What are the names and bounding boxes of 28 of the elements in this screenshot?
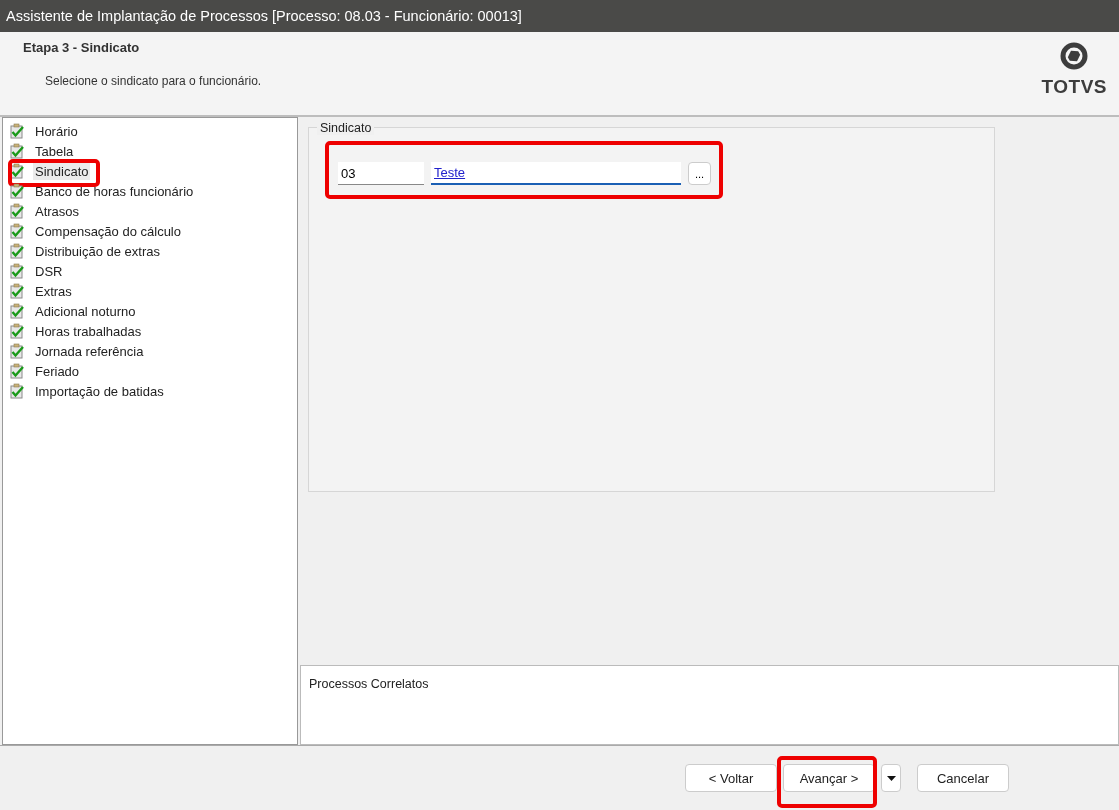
step-item[interactable]: Compensação do cálculo xyxy=(33,222,183,240)
logo-icon xyxy=(1060,42,1089,70)
code-field[interactable]: 03 xyxy=(338,162,424,185)
related-title: Processos Correlatos xyxy=(309,677,429,691)
step-item[interactable]: DSR xyxy=(33,262,65,280)
name-field[interactable]: Teste xyxy=(431,162,681,185)
dropdown-button[interactable] xyxy=(881,764,901,792)
wizard-button[interactable]: Cancelar xyxy=(917,764,1009,792)
step-item[interactable]: Importação de batidas xyxy=(33,382,166,400)
step-item[interactable]: Jornada referência xyxy=(33,342,146,360)
step-title: Etapa 3 - Sindicato xyxy=(23,40,141,55)
wizard-button[interactable]: Avançar > xyxy=(783,764,875,792)
instruction-text: Selecione o sindicato para o funcionário. xyxy=(45,74,262,88)
step-item[interactable]: Atrasos xyxy=(33,202,82,220)
caret-icon xyxy=(886,775,896,781)
step-item[interactable]: Distribuição de extras xyxy=(33,242,162,260)
window-title: Assistente de Implantação de Processos [Processo: 08.03 - Funcionário: 00013] xyxy=(6,8,522,24)
step-item[interactable]: Horário xyxy=(33,122,80,140)
step-item[interactable]: Feriado xyxy=(33,362,82,380)
step-item[interactable]: Tabela xyxy=(33,142,76,160)
step-item[interactable]: Adicional noturno xyxy=(33,302,138,320)
logo-text: TOTVS xyxy=(1041,76,1107,98)
step-item[interactable]: Banco de horas funcionário xyxy=(33,182,196,200)
lookup-button[interactable]: ... xyxy=(688,162,711,185)
wizard-button[interactable]: < Voltar xyxy=(685,764,777,792)
step-item[interactable]: Extras xyxy=(33,282,74,300)
step-item[interactable]: Horas trabalhadas xyxy=(33,322,144,340)
group-legend: Sindicato xyxy=(317,121,375,135)
